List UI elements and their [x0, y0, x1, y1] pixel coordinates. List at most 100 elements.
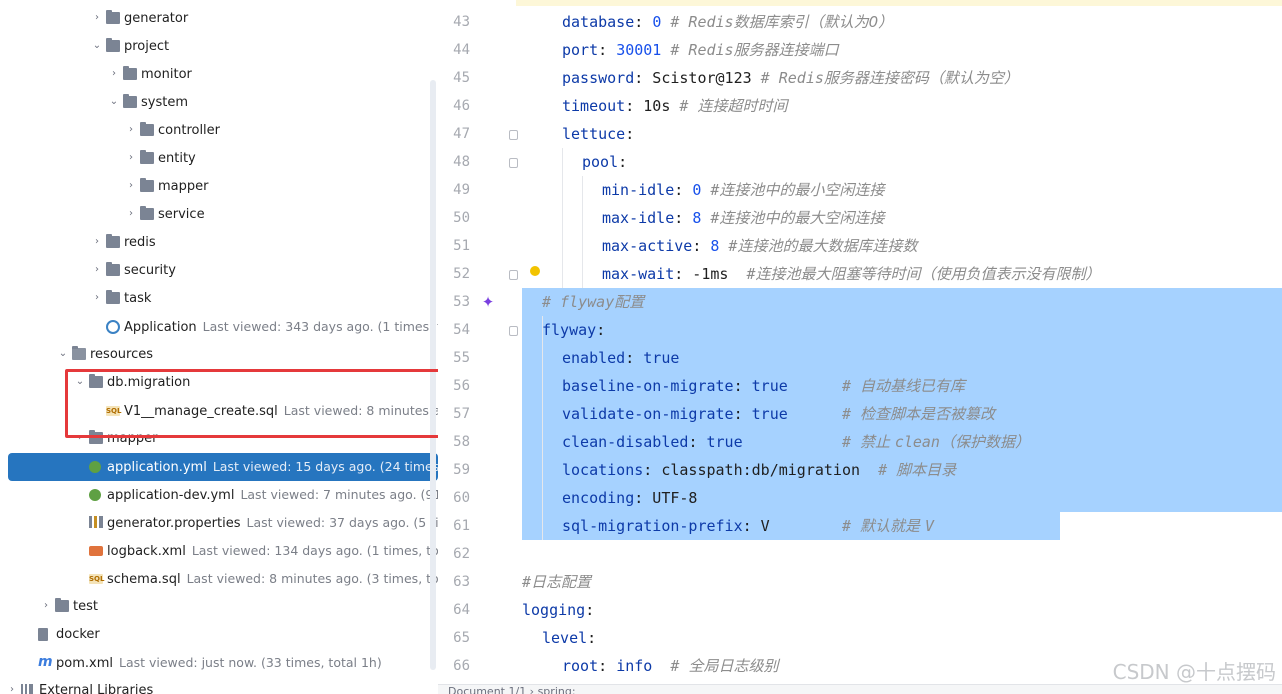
chevron-right-icon[interactable]: ›: [125, 124, 137, 136]
chevron-right-icon[interactable]: ›: [91, 236, 103, 248]
xml-file-icon: [89, 546, 103, 556]
line-number: 60: [453, 490, 470, 506]
chevron-right-icon[interactable]: ›: [125, 152, 137, 164]
code-editor[interactable]: 43 44 45 46 47 48 49 50 51 52 53 54 55 56 57 58 59 60 61 62…: [438, 0, 1282, 694]
tree-item-application-yml[interactable]: application.yml Last viewed: 15 days ago.…: [8, 453, 438, 481]
tree-item-test[interactable]: › test: [0, 593, 438, 621]
line-number: 66: [453, 658, 470, 674]
tree-item-generator-properties[interactable]: generator.properties Last viewed: 37 days…: [0, 509, 438, 537]
tree-item-label: security: [124, 263, 176, 278]
tree-item-text: system: [141, 95, 188, 110]
tree-item-entity[interactable]: › entity: [0, 145, 438, 173]
code-line[interactable]: locations: classpath:db/migration # 脚本目录: [522, 456, 956, 484]
tree-item-generator[interactable]: › generator: [0, 5, 438, 33]
line-number: 52: [453, 266, 470, 282]
fold-marker-icon[interactable]: [509, 158, 518, 168]
tree-item-monitor[interactable]: › monitor: [0, 61, 438, 89]
chevron-down-icon[interactable]: ⌄: [57, 348, 69, 360]
text-selection: [522, 316, 1282, 344]
tree-item-redis[interactable]: › redis: [0, 229, 438, 257]
code-line[interactable]: lettuce:: [522, 120, 634, 148]
code-line[interactable]: level:: [522, 624, 596, 652]
tree-item-label: resources: [90, 347, 154, 362]
code-line[interactable]: # flyway配置: [522, 288, 644, 316]
tree-item-application[interactable]: Application Last viewed: 343 days ago. (1…: [0, 313, 438, 341]
tree-item-text: entity: [158, 151, 196, 166]
spring-app-icon: [106, 320, 120, 334]
code-line[interactable]: timeout: 10s # 连接超时时间: [522, 92, 787, 120]
fold-marker-icon[interactable]: [509, 326, 518, 336]
code-line[interactable]: #日志配置: [522, 568, 591, 596]
chevron-down-icon[interactable]: ⌄: [108, 96, 120, 108]
code-line[interactable]: sql-migration-prefix: V # 默认就是 V: [522, 512, 934, 540]
tree-item-docker[interactable]: docker: [0, 621, 438, 649]
plain-token: : classpath:db/migration: [643, 461, 861, 479]
chevron-right-icon[interactable]: ›: [40, 600, 52, 612]
line-number: 46: [453, 98, 470, 114]
chevron-right-icon[interactable]: ›: [6, 684, 18, 694]
comment-token: 服务器连接端口: [733, 41, 839, 59]
comment-token: #: [701, 181, 720, 199]
tree-item-task[interactable]: › task: [0, 285, 438, 313]
resources-folder-icon: [72, 346, 86, 360]
tree-item-text: security: [124, 263, 176, 278]
code-line[interactable]: max-wait: -1ms #连接池最大阻塞等待时间（使用负值表示没有限制）: [522, 260, 1101, 288]
line-number: 53: [453, 294, 470, 310]
tree-item-text: application-dev.yml Last viewed: 7 minute…: [107, 487, 438, 503]
chevron-right-icon[interactable]: ›: [91, 292, 103, 304]
code-line[interactable]: enabled: true: [522, 344, 679, 372]
code-line[interactable]: flyway:: [522, 316, 605, 344]
code-line[interactable]: password: Scistor@123 # Redis服务器连接密码（默认为…: [522, 64, 1019, 92]
code-line[interactable]: pool:: [522, 148, 627, 176]
ai-assistant-icon[interactable]: ✦: [480, 294, 496, 310]
code-line[interactable]: baseline-on-migrate: true # 自动基线已有库: [522, 372, 965, 400]
tree-item-label: generator: [124, 11, 189, 26]
chevron-right-icon[interactable]: ›: [125, 180, 137, 192]
tree-item-external-libraries[interactable]: › External Libraries: [0, 677, 438, 694]
tree-item-controller[interactable]: › controller: [0, 117, 438, 145]
folder-icon: [140, 122, 154, 136]
tree-item-service[interactable]: › service: [0, 201, 438, 229]
chevron-right-icon[interactable]: ›: [108, 68, 120, 80]
code-line[interactable]: encoding: UTF-8: [522, 484, 697, 512]
code-line[interactable]: validate-on-migrate: true # 检查脚本是否被篡改: [522, 400, 995, 428]
tree-item-application-dev-yml[interactable]: application-dev.yml Last viewed: 7 minute…: [0, 481, 438, 509]
folder-icon: [140, 150, 154, 164]
tree-item-text: schema.sql Last viewed: 8 minutes ago. (3…: [107, 571, 438, 587]
sql-file-icon: SQL: [89, 574, 105, 584]
comment-token: 配置: [614, 293, 645, 311]
tree-item-mapper[interactable]: › mapper: [0, 173, 438, 201]
yaml-key-token: max-wait: [602, 265, 675, 283]
tree-item-project[interactable]: ⌄ project: [0, 33, 438, 61]
code-line[interactable]: min-idle: 0 #连接池中的最小空闲连接: [522, 176, 884, 204]
caret-row-highlight: [516, 0, 1282, 6]
code-line[interactable]: port: 30001 # Redis服务器连接端口: [522, 36, 839, 64]
comment-token: 连接超时时间: [697, 97, 788, 115]
tree-item-schema-sql[interactable]: SQL schema.sql Last viewed: 8 minutes ago.…: [0, 565, 438, 593]
code-line[interactable]: max-idle: 8 #连接池中的最大空闲连接: [522, 204, 884, 232]
intention-bulb-icon[interactable]: [530, 266, 540, 276]
last-viewed-info: Last viewed: just now. (33 times, total …: [118, 655, 382, 670]
tree-item-label: controller: [158, 123, 221, 138]
code-line[interactable]: root: info # 全局日志级别: [522, 652, 778, 680]
chevron-right-icon[interactable]: ›: [91, 12, 103, 24]
tree-item-text: logback.xml Last viewed: 134 days ago. (1…: [107, 543, 438, 559]
code-line[interactable]: database: 0 # Redis数据库索引（默认为0）: [522, 8, 893, 36]
comment-token: 脚本目录: [896, 461, 957, 479]
comment-token: #: [787, 405, 861, 423]
line-number: 61: [453, 518, 470, 534]
comment-token: 服务器连接密码（默认为空）: [823, 69, 1019, 87]
chevron-right-icon[interactable]: ›: [125, 208, 137, 220]
chevron-right-icon[interactable]: ›: [91, 264, 103, 276]
code-line[interactable]: clean-disabled: true # 禁止 clean（保护数据）: [522, 428, 1030, 456]
chevron-down-icon[interactable]: ⌄: [91, 40, 103, 52]
fold-marker-icon[interactable]: [509, 270, 518, 280]
tree-item-security[interactable]: › security: [0, 257, 438, 285]
tree-item-resources[interactable]: ⌄ resources: [0, 341, 438, 369]
fold-marker-icon[interactable]: [509, 130, 518, 140]
code-line[interactable]: max-active: 8 #连接池的最大数据库连接数: [522, 232, 917, 260]
tree-item-system[interactable]: ⌄ system: [0, 89, 438, 117]
tree-item-pom-xml[interactable]: m pom.xml Last viewed: just now. (33 times…: [0, 649, 438, 677]
code-line[interactable]: logging:: [522, 596, 594, 624]
tree-item-logback-xml[interactable]: logback.xml Last viewed: 134 days ago. (1…: [0, 537, 438, 565]
